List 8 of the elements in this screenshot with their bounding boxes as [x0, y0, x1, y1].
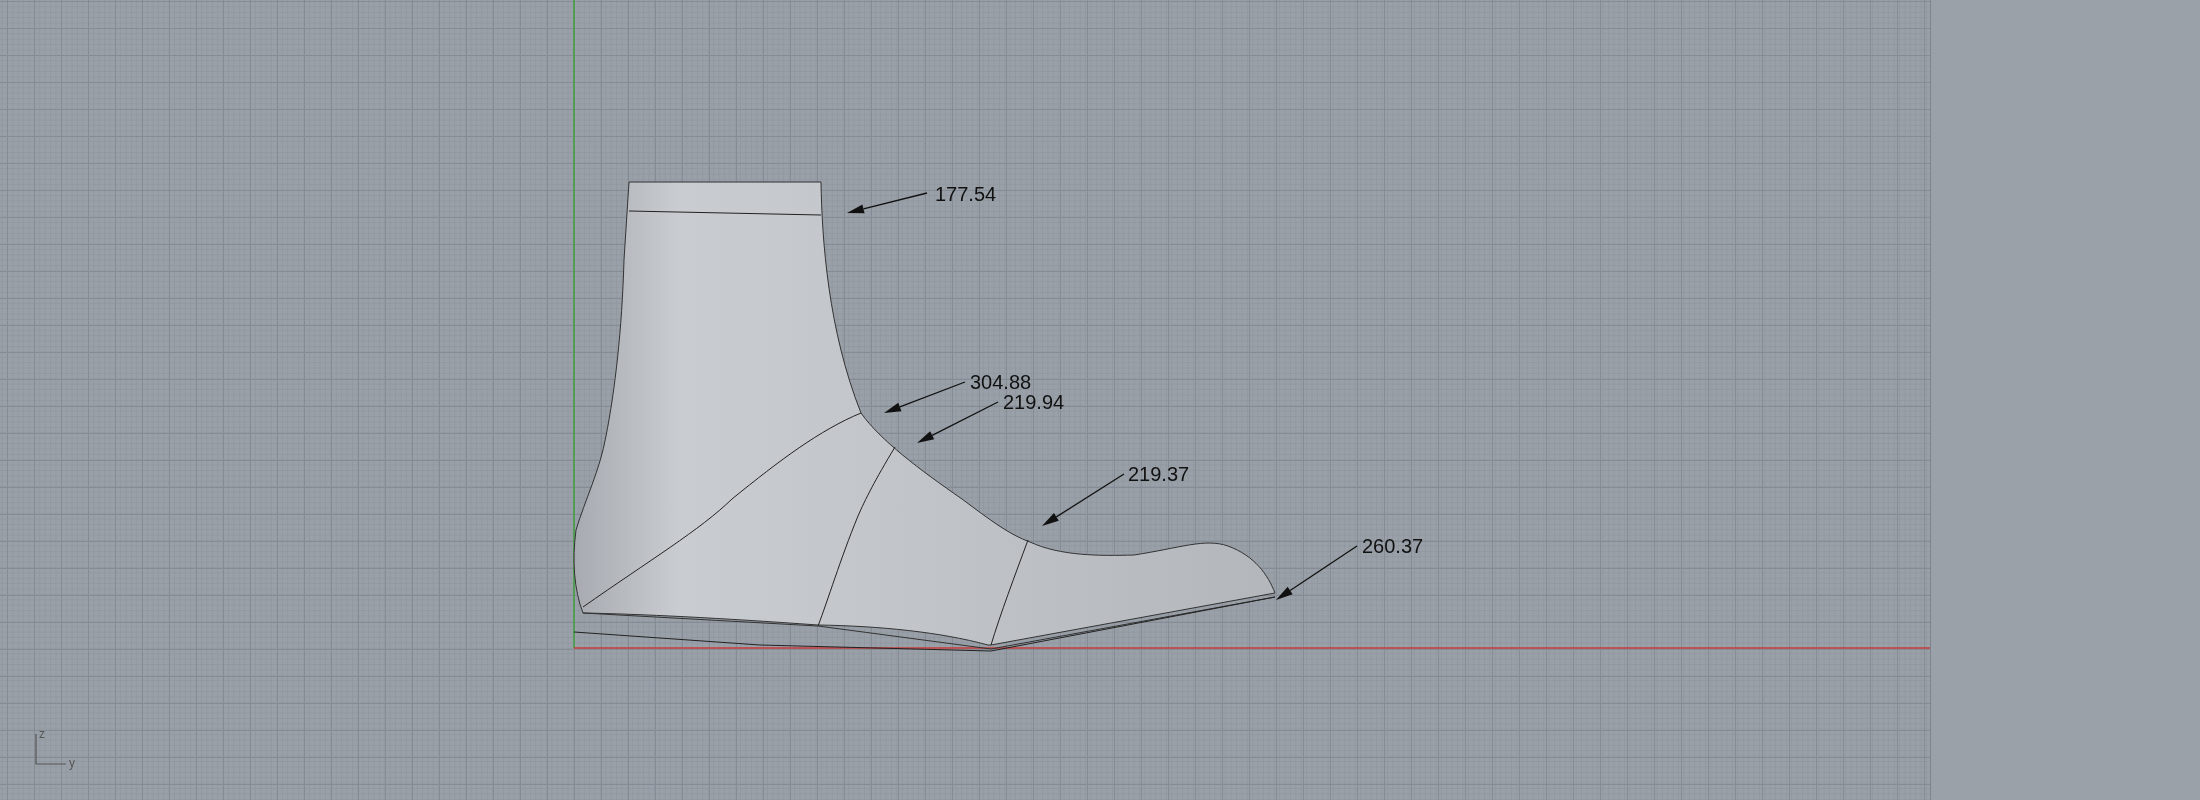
axis-indicator-icon — [35, 733, 67, 765]
dimension-label: 177.54 — [935, 183, 997, 205]
axis-label: y — [69, 756, 75, 770]
dimension-label: 219.94 — [1003, 391, 1065, 413]
dimension-label: 260.37 — [1362, 535, 1424, 557]
dimension-label: 219.37 — [1128, 463, 1190, 485]
axis-label: z — [39, 727, 45, 741]
dimension-label: 304.88 — [970, 371, 1032, 393]
